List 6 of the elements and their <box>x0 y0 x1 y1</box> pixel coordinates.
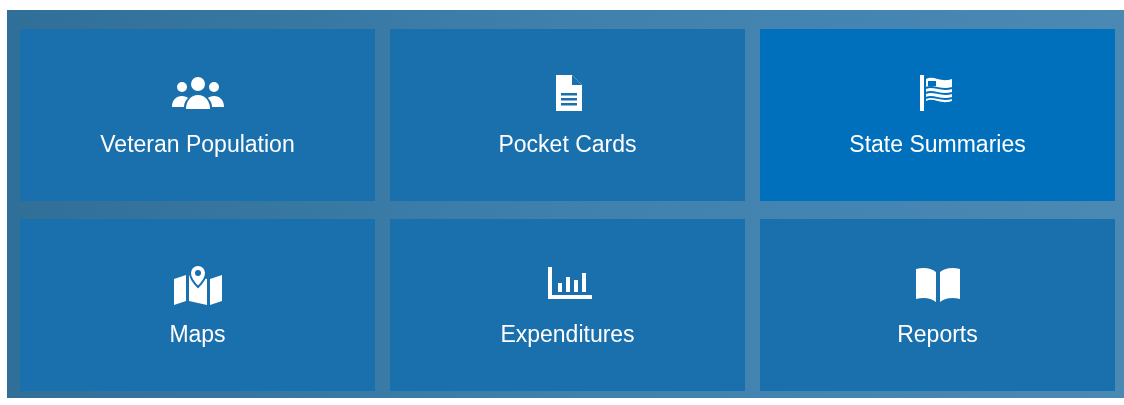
menu-tile[interactable]: Reports <box>760 219 1115 391</box>
menu-tile[interactable]: Veteran Population <box>20 29 375 201</box>
menu-tile[interactable]: Expenditures <box>390 219 745 391</box>
menu-tile[interactable]: State Summaries <box>760 29 1115 201</box>
menu-tile[interactable]: Maps <box>20 219 375 391</box>
menu-tile[interactable]: Pocket Cards <box>390 29 745 201</box>
